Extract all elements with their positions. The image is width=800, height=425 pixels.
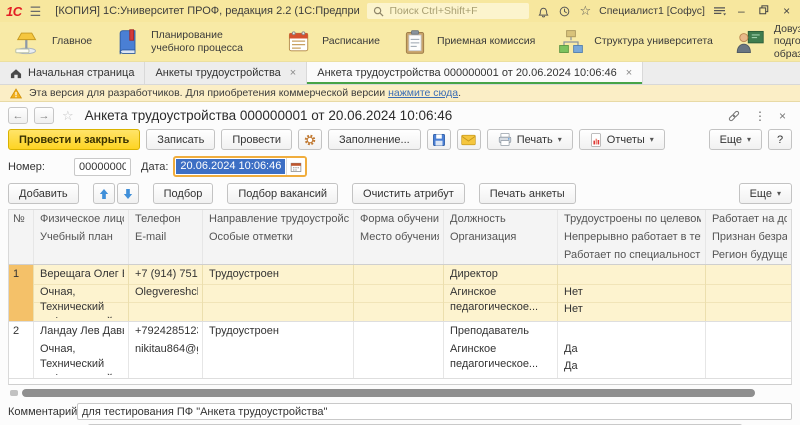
tab-bar: Начальная страница Анкеты трудоустройств… bbox=[0, 62, 800, 85]
teacher-icon bbox=[735, 28, 765, 56]
forward-icon[interactable]: → bbox=[34, 107, 54, 124]
search-icon bbox=[373, 6, 384, 17]
document-header: ← → ☆ Анкета трудоустройства 000000001 о… bbox=[0, 102, 800, 127]
ribbon-item-curriculum-planning[interactable]: Планирование учебного процесса bbox=[114, 28, 263, 56]
clear-attribute-button[interactable]: Очистить атрибут bbox=[352, 183, 465, 204]
table-header: № Физическое лицо Учебный план Телефон E… bbox=[9, 210, 791, 265]
table-row[interactable]: 1 Верещага Олег Вал... Очная, Технически… bbox=[9, 265, 791, 322]
reports-button[interactable]: Отчеты ▾ bbox=[579, 129, 665, 150]
horizontal-scrollbar[interactable] bbox=[8, 388, 792, 398]
home-icon bbox=[10, 68, 22, 79]
orgchart-icon bbox=[557, 28, 585, 56]
add-row-button[interactable]: Добавить bbox=[8, 183, 79, 204]
ribbon-menu: Главное Планирование учебного процесса Р… bbox=[0, 22, 800, 62]
ribbon-item-university-structure[interactable]: Структура университета bbox=[557, 28, 713, 56]
print-questionnaire-button[interactable]: Печать анкеты bbox=[479, 183, 576, 204]
comment-row: Комментарий: bbox=[0, 398, 800, 420]
report-icon bbox=[590, 133, 602, 147]
save-file-icon-button[interactable] bbox=[427, 129, 451, 150]
history-icon[interactable] bbox=[558, 5, 571, 18]
write-button[interactable]: Записать bbox=[146, 129, 215, 150]
warning-icon bbox=[10, 88, 22, 99]
pick-button[interactable]: Подбор bbox=[153, 183, 214, 204]
title-bar: 1С ☰ [КОПИЯ] 1С:Университет ПРОФ, редакц… bbox=[0, 0, 800, 22]
ribbon-item-admissions[interactable]: Приемная комиссия bbox=[402, 28, 535, 56]
tab-close-icon[interactable]: × bbox=[626, 67, 632, 79]
restore-icon[interactable] bbox=[757, 4, 772, 18]
date-value-selected[interactable]: 20.06.2024 10:06:46 bbox=[176, 159, 285, 174]
command-bar: Провести и закрыть Записать Провести Зап… bbox=[0, 127, 800, 155]
scrollbar-thumb[interactable] bbox=[22, 389, 755, 397]
scrollbar-left-button[interactable] bbox=[10, 390, 18, 396]
date-field[interactable]: 20.06.2024 10:06:46 bbox=[173, 156, 307, 177]
tab-home[interactable]: Начальная страница bbox=[0, 62, 145, 84]
chevron-down-icon: ▾ bbox=[777, 189, 781, 198]
page-title: Анкета трудоустройства 000000001 от 20.0… bbox=[85, 108, 453, 123]
notifications-bell-icon[interactable] bbox=[537, 5, 550, 18]
calendar-icon[interactable] bbox=[286, 158, 305, 175]
current-user[interactable]: Специалист1 [Софус] bbox=[599, 5, 705, 17]
warning-text: Эта версия для разработчиков. Для приобр… bbox=[29, 87, 461, 99]
favorite-star-icon[interactable]: ☆ bbox=[62, 108, 74, 124]
printer-icon bbox=[498, 133, 512, 146]
responsible-row: Ответственный: ▾ … bbox=[0, 420, 800, 425]
move-down-button[interactable] bbox=[117, 183, 139, 204]
table-empty-area bbox=[9, 379, 791, 384]
link-icon[interactable] bbox=[727, 109, 741, 123]
main-menu-icon[interactable]: ☰ bbox=[30, 5, 42, 18]
comment-label: Комментарий: bbox=[8, 406, 77, 418]
search-input[interactable] bbox=[389, 5, 523, 17]
window-title: [КОПИЯ] 1С:Университет ПРОФ, редакция 2.… bbox=[55, 5, 359, 17]
number-field[interactable] bbox=[74, 158, 131, 176]
chevron-down-icon: ▾ bbox=[650, 135, 654, 144]
ribbon-item-main[interactable]: Главное bbox=[13, 28, 92, 55]
tab-questionnaires-list[interactable]: Анкеты трудоустройства × bbox=[145, 62, 307, 84]
comment-field[interactable] bbox=[77, 403, 792, 420]
help-button[interactable]: ? bbox=[768, 129, 792, 150]
number-label: Номер: bbox=[8, 161, 74, 173]
close-form-icon[interactable]: × bbox=[779, 109, 786, 123]
lamp-icon bbox=[13, 28, 43, 55]
chevron-down-icon: ▾ bbox=[558, 135, 562, 144]
favorites-star-icon[interactable]: ☆ bbox=[579, 3, 591, 19]
minimize-icon[interactable]: – bbox=[734, 4, 749, 18]
close-icon[interactable]: × bbox=[779, 4, 794, 18]
print-button[interactable]: Печать ▾ bbox=[487, 129, 573, 150]
back-icon[interactable]: ← bbox=[8, 107, 28, 124]
table-more-button[interactable]: Еще ▾ bbox=[739, 183, 792, 204]
app-window: 1С ☰ [КОПИЯ] 1С:Университет ПРОФ, редакц… bbox=[0, 0, 800, 425]
post-and-close-button[interactable]: Провести и закрыть bbox=[8, 129, 140, 150]
move-up-button[interactable] bbox=[93, 183, 115, 204]
buy-link[interactable]: нажмите сюда bbox=[388, 87, 458, 99]
book-icon bbox=[114, 28, 142, 56]
1c-logo: 1С bbox=[6, 4, 22, 19]
table-row[interactable]: 2 Ландау Лев Давыдо... Очная, Технически… bbox=[9, 322, 791, 379]
more-button[interactable]: Еще ▾ bbox=[709, 129, 762, 150]
clipboard-icon bbox=[402, 28, 428, 56]
gear-icon-button[interactable] bbox=[298, 129, 322, 150]
global-search[interactable] bbox=[367, 3, 529, 19]
ribbon-item-preuniversity[interactable]: Довузовская подготовка и доп образование bbox=[735, 23, 800, 59]
dev-version-warning: Эта версия для разработчиков. Для приобр… bbox=[0, 85, 800, 102]
employment-table: № Физическое лицо Учебный план Телефон E… bbox=[8, 209, 792, 385]
more-vert-icon[interactable]: ⋮ bbox=[754, 109, 766, 123]
mail-icon-button[interactable] bbox=[457, 129, 481, 150]
ribbon-item-schedule[interactable]: Расписание bbox=[285, 28, 380, 56]
table-toolbar: Добавить Подбор Подбор вакансий Очистить… bbox=[0, 182, 800, 209]
pick-vacancies-button[interactable]: Подбор вакансий bbox=[227, 183, 338, 204]
header-fields: Номер: Дата: 20.06.2024 10:06:46 bbox=[0, 155, 800, 182]
document-form: ← → ☆ Анкета трудоустройства 000000001 о… bbox=[0, 102, 800, 425]
chevron-down-icon: ▾ bbox=[747, 135, 751, 144]
post-button[interactable]: Провести bbox=[221, 129, 292, 150]
fill-button[interactable]: Заполнение... bbox=[328, 129, 421, 150]
tab-close-icon[interactable]: × bbox=[290, 67, 296, 79]
tab-questionnaire-document[interactable]: Анкета трудоустройства 000000001 от 20.0… bbox=[307, 62, 643, 84]
calendar-page-icon bbox=[285, 28, 313, 56]
date-label: Дата: bbox=[141, 161, 168, 173]
service-menu-icon[interactable] bbox=[713, 6, 726, 17]
